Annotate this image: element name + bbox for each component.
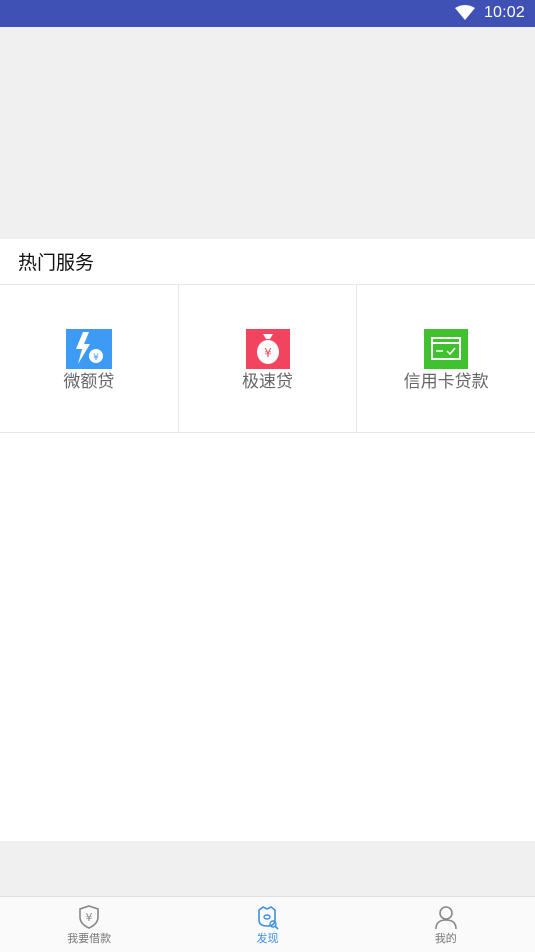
service-label: 极速贷 xyxy=(242,372,293,392)
nav-item-discover[interactable]: 发现 xyxy=(178,897,356,952)
nav-label: 发现 xyxy=(256,932,279,945)
status-time: 10:02 xyxy=(483,4,525,21)
nav-item-profile[interactable]: 我的 xyxy=(357,897,535,952)
status-bar: 10:02 xyxy=(0,0,535,27)
discover-icon xyxy=(258,906,280,930)
section-header: 热门服务 xyxy=(0,239,535,285)
service-micro-loan[interactable]: ¥ 微额贷 xyxy=(0,285,179,432)
banner-area[interactable] xyxy=(0,27,535,239)
svg-text:¥: ¥ xyxy=(264,346,272,360)
nav-item-borrow[interactable]: ¥ 我要借款 xyxy=(0,897,178,952)
wifi-icon xyxy=(455,5,475,20)
nav-label: 我要借款 xyxy=(67,932,112,945)
section-title: 热门服务 xyxy=(18,252,95,274)
service-credit-card-loan[interactable]: 信用卡贷款 xyxy=(357,285,535,432)
shield-yen-icon: ¥ xyxy=(79,905,99,929)
services-grid: ¥ 微额贷 ¥ 极速贷 信用卡贷款 xyxy=(0,285,535,433)
svg-text:¥: ¥ xyxy=(93,353,99,363)
footer-spacer xyxy=(0,841,535,897)
service-fast-loan[interactable]: ¥ 极速贷 xyxy=(179,285,358,432)
money-bag-icon: ¥ xyxy=(245,329,290,369)
service-label: 微额贷 xyxy=(63,372,115,392)
credit-card-icon xyxy=(424,329,469,369)
svg-text:¥: ¥ xyxy=(86,911,93,924)
content-area xyxy=(0,433,535,841)
nav-label: 我的 xyxy=(434,932,457,945)
bottom-nav: ¥ 我要借款 发现 我的 xyxy=(0,896,535,952)
user-icon xyxy=(435,906,457,930)
lightning-yen-icon: ¥ xyxy=(65,329,112,369)
service-label: 信用卡贷款 xyxy=(403,372,489,392)
